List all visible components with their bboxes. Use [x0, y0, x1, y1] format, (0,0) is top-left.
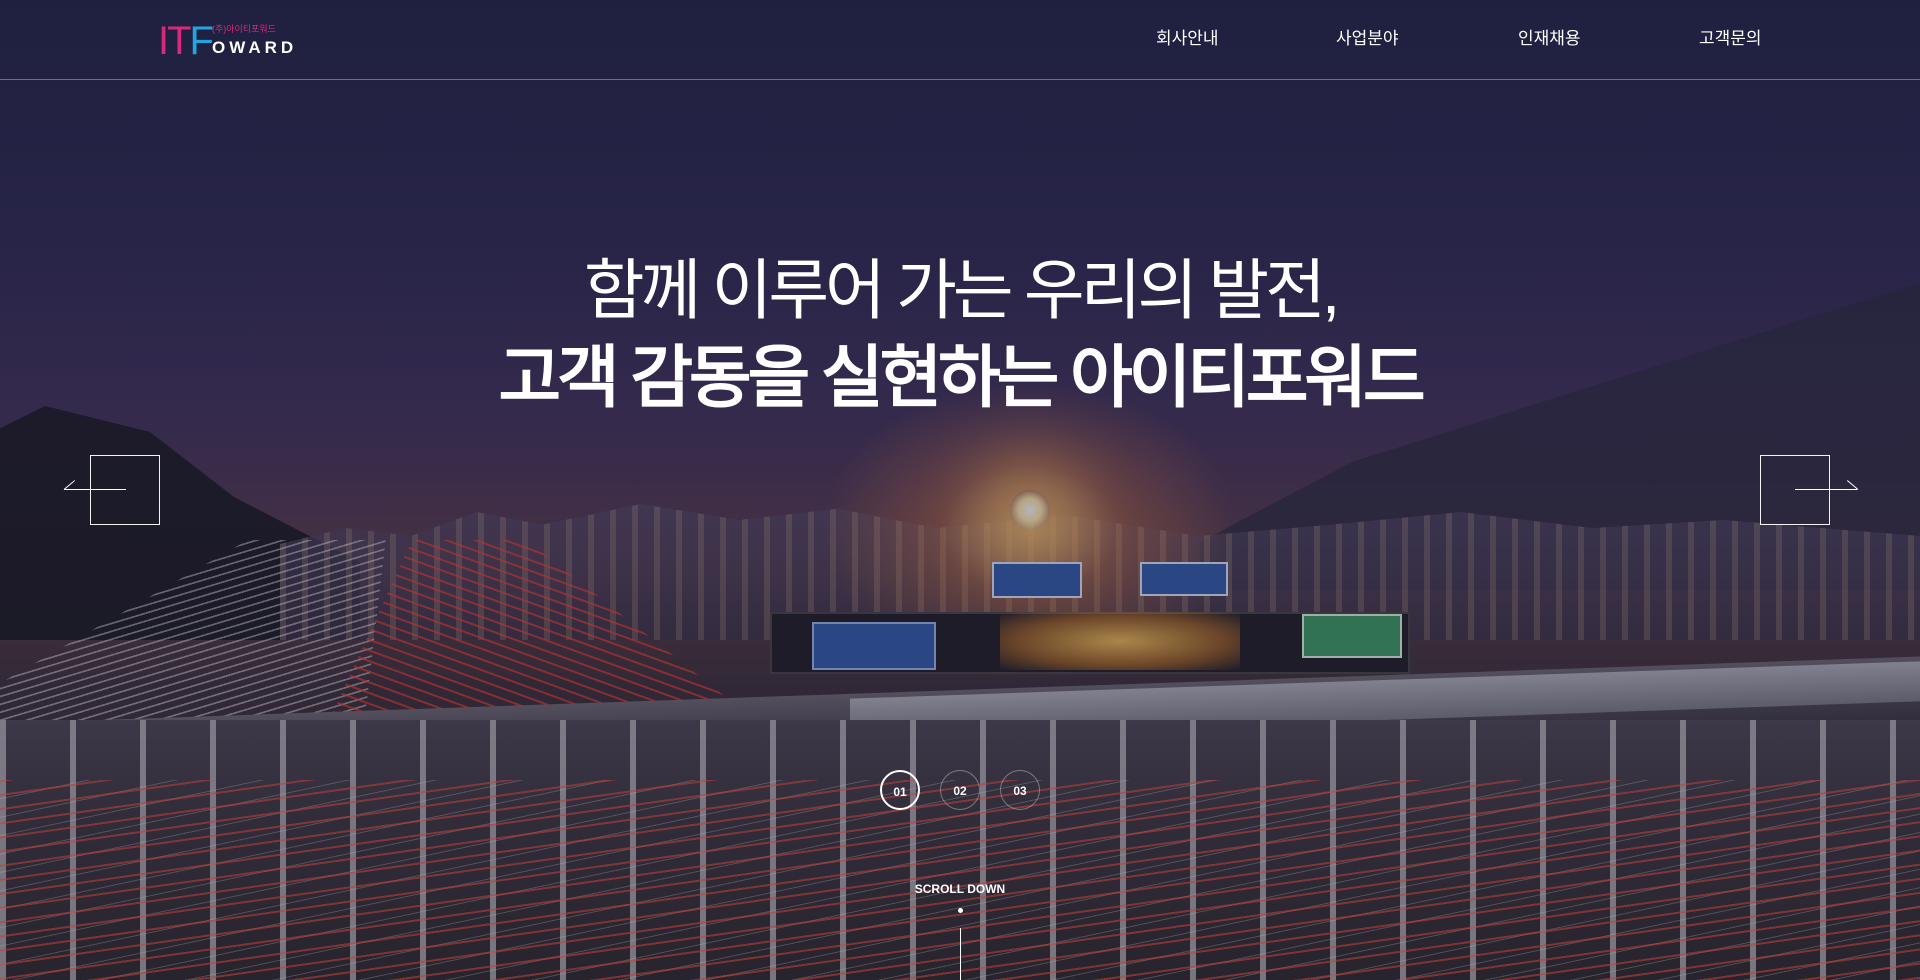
scroll-down-label[interactable]: SCROLL DOWN	[880, 881, 1040, 897]
scroll-indicator-line	[960, 928, 961, 980]
pager-dot-1[interactable]: 01	[880, 770, 920, 810]
pager-dot-2[interactable]: 02	[940, 770, 980, 810]
site-header: ITF (주)아이티포워드 OWARD 회사안내 사업분야 인재채용 고객문의	[0, 0, 1920, 80]
dark-overlay	[0, 0, 1920, 980]
next-slide-button[interactable]	[1760, 455, 1830, 525]
nav-item-business[interactable]: 사업분야	[1336, 28, 1399, 50]
nav-item-company[interactable]: 회사안내	[1156, 28, 1219, 50]
hero-background	[0, 0, 1920, 980]
nav-item-careers[interactable]: 인재채용	[1518, 28, 1581, 50]
slide-pager: 01 02 03	[880, 770, 1040, 810]
pager-dot-3[interactable]: 03	[1000, 770, 1040, 810]
hero-headline: 함께 이루어 가는 우리의 발전, 고객 감동을 실현하는 아이티포워드	[0, 250, 1920, 420]
hero-headline-bold: 고객 감동을 실현하는 아이티포워드	[498, 340, 1425, 416]
nav-item-contact[interactable]: 고객문의	[1699, 28, 1762, 50]
prev-slide-button[interactable]	[90, 455, 160, 525]
hero-headline-light: 함께 이루어 가는 우리의 발전,	[583, 253, 1340, 327]
arrow-right-icon	[1795, 489, 1857, 490]
scroll-indicator-dot	[958, 908, 963, 913]
main-nav: 회사안내 사업분야 인재채용 고객문의	[0, 0, 1920, 80]
arrow-left-icon	[64, 489, 126, 490]
